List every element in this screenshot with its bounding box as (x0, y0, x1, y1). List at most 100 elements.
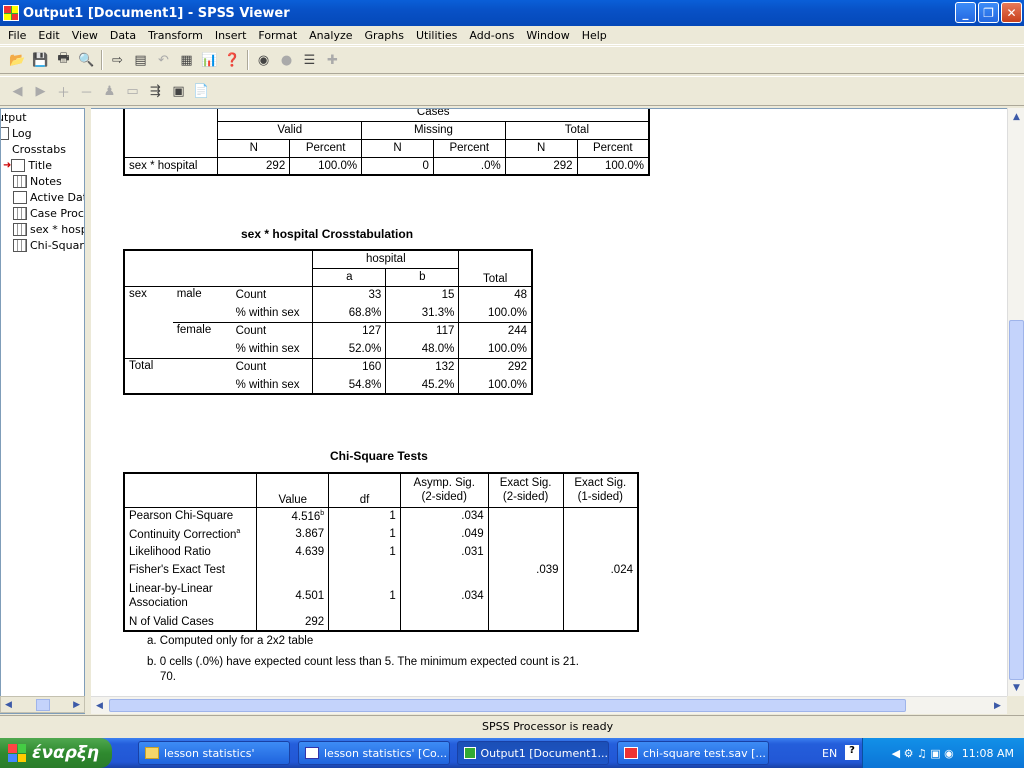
outline-item-notes[interactable]: Notes (13, 175, 62, 188)
variables-icon[interactable]: ❓ (221, 49, 244, 71)
export-icon[interactable]: ⇨ (106, 49, 129, 71)
spss-app-icon[interactable] (3, 5, 19, 21)
insert-icon[interactable]: ✚ (321, 49, 344, 71)
collapse-icon[interactable]: － (75, 80, 98, 102)
scroll-down-icon[interactable]: ▼ (1008, 679, 1024, 696)
task-label: chi-square test.sav [... (643, 746, 766, 760)
clock[interactable]: 11:08 AM (962, 747, 1014, 760)
help-icon[interactable]: ? (845, 745, 859, 760)
row-likelihood: Likelihood Ratio (124, 543, 258, 561)
outline-item-output[interactable]: utput (1, 111, 27, 124)
outline-item-active-dataset[interactable]: Active Data (13, 191, 84, 204)
case-processing-table[interactable]: Cases Valid Missing Total N Percent N Pe… (123, 109, 651, 176)
scroll-right-icon[interactable]: ▶ (73, 700, 84, 710)
cell-value (563, 525, 638, 543)
cell-value: 1 (328, 543, 401, 561)
promote-icon[interactable]: ◀ (6, 80, 29, 102)
scroll-right-icon[interactable]: ▶ (989, 697, 1006, 714)
scroll-left-icon[interactable]: ◀ (1, 700, 12, 710)
close-button[interactable]: ✕ (1001, 2, 1022, 23)
open-folder-icon[interactable]: 📂 (6, 49, 29, 71)
header-cases: Cases (217, 109, 651, 122)
minimize-button[interactable]: _ (955, 2, 976, 23)
print-icon[interactable]: 🖶 (52, 49, 75, 71)
menu-transform[interactable]: Transform (142, 29, 209, 42)
task-lesson-doc[interactable]: lesson statistics' [Co... (298, 741, 450, 765)
show-icon[interactable]: ♟ (98, 80, 121, 102)
menu-help[interactable]: Help (576, 29, 613, 42)
menu-analyze[interactable]: Analyze (303, 29, 358, 42)
row-n-valid: N of Valid Cases (124, 613, 258, 631)
horizontal-scrollbar[interactable]: ◀ ▶ (91, 696, 1007, 714)
tray-icons[interactable]: ◀ ⚙ ♫ ▣ ◉ (892, 747, 954, 760)
cell-value: 100.0% (487, 306, 527, 319)
menu-graphs[interactable]: Graphs (359, 29, 410, 42)
cell-value: 4.501 (256, 579, 330, 613)
menu-view[interactable]: View (66, 29, 104, 42)
menu-format[interactable]: Format (252, 29, 303, 42)
undo-icon[interactable]: ↶ (152, 49, 175, 71)
cell-value: 68.8% (312, 304, 387, 322)
insert-heading-icon[interactable]: ⇶ (144, 80, 167, 102)
select-cases-icon[interactable]: ● (275, 49, 298, 71)
cell-value: 100.0% (289, 157, 363, 175)
outline-item-crosstab[interactable]: sex * hosp (13, 223, 84, 236)
language-indicator[interactable]: EN (822, 747, 837, 760)
split-file-icon[interactable]: ☰ (298, 49, 321, 71)
menu-utilities[interactable]: Utilities (410, 29, 463, 42)
chi-square-table[interactable]: Value df Asymp. Sig. (2-sided) Exact Sig.… (123, 472, 639, 632)
current-item-arrow-icon: ➜ (3, 160, 12, 171)
header-exact-sig-1: Exact Sig. (1-sided) (563, 473, 638, 507)
outline-item-case-processing[interactable]: Case Proce (13, 207, 84, 220)
designate-window-icon[interactable]: ◉ (252, 49, 275, 71)
header-line: (2-sided) (421, 491, 467, 504)
cell-value (400, 613, 489, 631)
outline-pane[interactable]: utput Log Crosstabs ➜ Title Notes Active … (0, 108, 85, 714)
menu-edit[interactable]: Edit (32, 29, 65, 42)
menu-window[interactable]: Window (520, 29, 575, 42)
toolbar-separator (101, 50, 103, 70)
scroll-thumb[interactable] (1009, 320, 1024, 680)
status-bar: SPSS Processor is ready (0, 715, 1024, 737)
print-preview-icon[interactable]: 🔍 (75, 49, 98, 71)
cell-value: 4.516b (256, 507, 330, 525)
goto-data-icon[interactable]: ▦ (175, 49, 198, 71)
outline-item-chi-square[interactable]: Chi-Square (13, 239, 84, 252)
vertical-scrollbar[interactable]: ▲ ▼ (1007, 108, 1024, 696)
task-spss-viewer[interactable]: Output1 [Document1... (457, 741, 609, 765)
start-button[interactable]: έναρξη (0, 738, 112, 768)
outline-item-title[interactable]: ➜ Title (3, 159, 52, 172)
expand-icon[interactable]: ＋ (52, 80, 75, 102)
cell-value: 117 (385, 322, 460, 340)
scroll-thumb[interactable] (109, 699, 906, 712)
crosstab-title: sex * hospital Crosstabulation (241, 227, 414, 241)
cell-value: .024 (610, 564, 633, 576)
menu-insert[interactable]: Insert (209, 29, 253, 42)
cell-value: .034 (400, 579, 489, 613)
demote-icon[interactable]: ▶ (29, 80, 52, 102)
header-n: N (505, 139, 578, 157)
scroll-up-icon[interactable]: ▲ (1008, 108, 1024, 125)
task-lesson-folder[interactable]: lesson statistics' (138, 741, 290, 765)
goto-chart-icon[interactable]: 📊 (198, 49, 221, 71)
insert-title-icon[interactable]: ▣ (167, 80, 190, 102)
row-pearson: Pearson Chi-Square (124, 507, 258, 525)
recall-dialog-icon[interactable]: ▤ (129, 49, 152, 71)
task-data-file[interactable]: chi-square test.sav [... (617, 741, 769, 765)
crosstab-table[interactable]: hospital Total a b sex male Count 33 15 … (123, 249, 533, 395)
outline-horizontal-scrollbar[interactable]: ◀ ▶ (0, 696, 85, 713)
row-count: Count (231, 322, 314, 340)
scroll-thumb[interactable] (35, 698, 50, 711)
scroll-left-icon[interactable]: ◀ (91, 697, 108, 714)
outline-item-log[interactable]: Log (1, 127, 32, 140)
menu-file[interactable]: File (2, 29, 32, 42)
insert-text-icon[interactable]: 📄 (190, 80, 213, 102)
menu-addons[interactable]: Add-ons (463, 29, 520, 42)
restore-button[interactable]: ❐ (978, 2, 999, 23)
footnote-mark: b (320, 509, 325, 517)
save-icon[interactable]: 💾 (29, 49, 52, 71)
hide-icon[interactable]: ▭ (121, 80, 144, 102)
table-icon (13, 239, 27, 252)
menu-data[interactable]: Data (104, 29, 142, 42)
outline-item-crosstabs[interactable]: Crosstabs (1, 143, 66, 156)
